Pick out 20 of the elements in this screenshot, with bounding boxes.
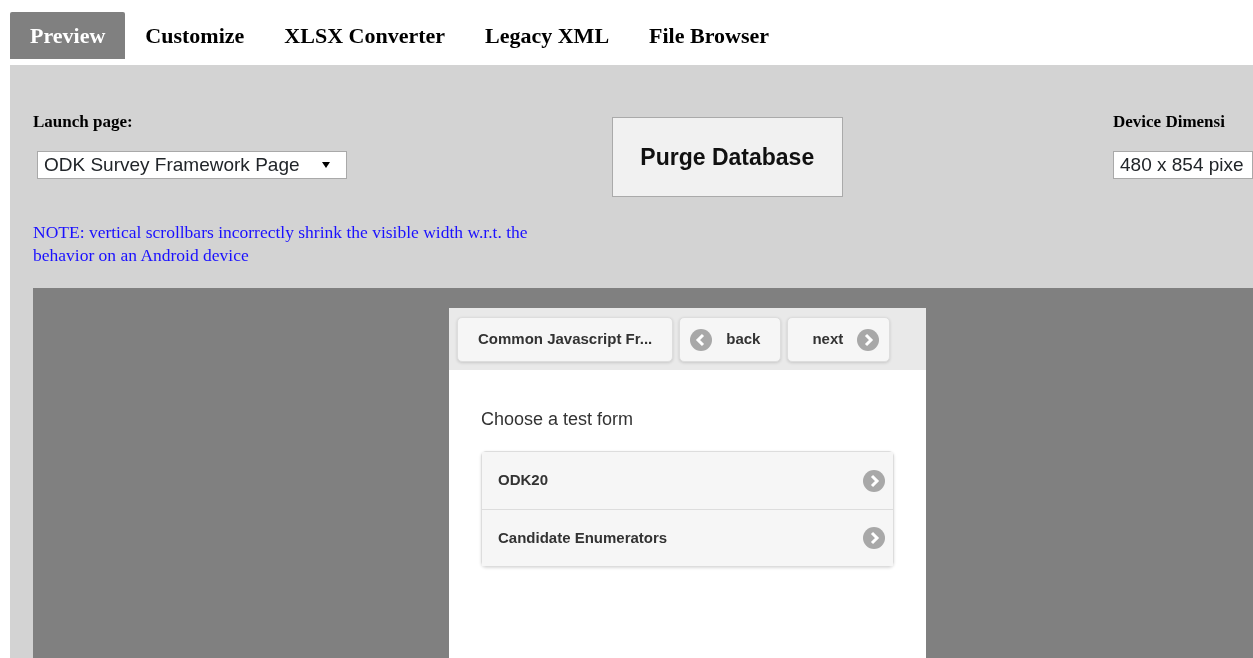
next-button[interactable]: next — [787, 317, 891, 362]
title-button[interactable]: Common Javascript Fr... — [457, 317, 674, 362]
tab[interactable]: Customize — [125, 12, 265, 59]
chevron-icon — [863, 469, 885, 492]
tab[interactable]: Preview — [10, 12, 126, 59]
device-dimensions-dropdown[interactable]: 480 x 854 pixe — [1113, 150, 1253, 179]
tab[interactable]: XLSX Converter — [264, 12, 466, 59]
device-dimensions-label: Device Dimensi — [1113, 111, 1226, 133]
form-list-item[interactable]: Candidate Enumerators — [482, 509, 893, 566]
launch-page-dropdown[interactable]: ODK Survey Framework Page — [37, 150, 347, 179]
prompt-text: Choose a test form — [481, 408, 635, 431]
launch-page-label: Launch page: — [33, 111, 134, 133]
form-list-item[interactable]: ODK20 — [482, 452, 893, 509]
purge-database-button[interactable]: Purge Database — [611, 117, 843, 197]
chevron-icon — [863, 527, 885, 549]
caret-icon — [321, 161, 330, 168]
back-button[interactable]: back — [679, 317, 782, 362]
note-text: NOTE: vertical scrollbars incorrectly shrink the visible width w.r.t. the behavior on an Android device — [33, 221, 529, 267]
tab[interactable]: File Browser — [629, 12, 789, 59]
tab[interactable]: Legacy XML — [465, 12, 630, 59]
